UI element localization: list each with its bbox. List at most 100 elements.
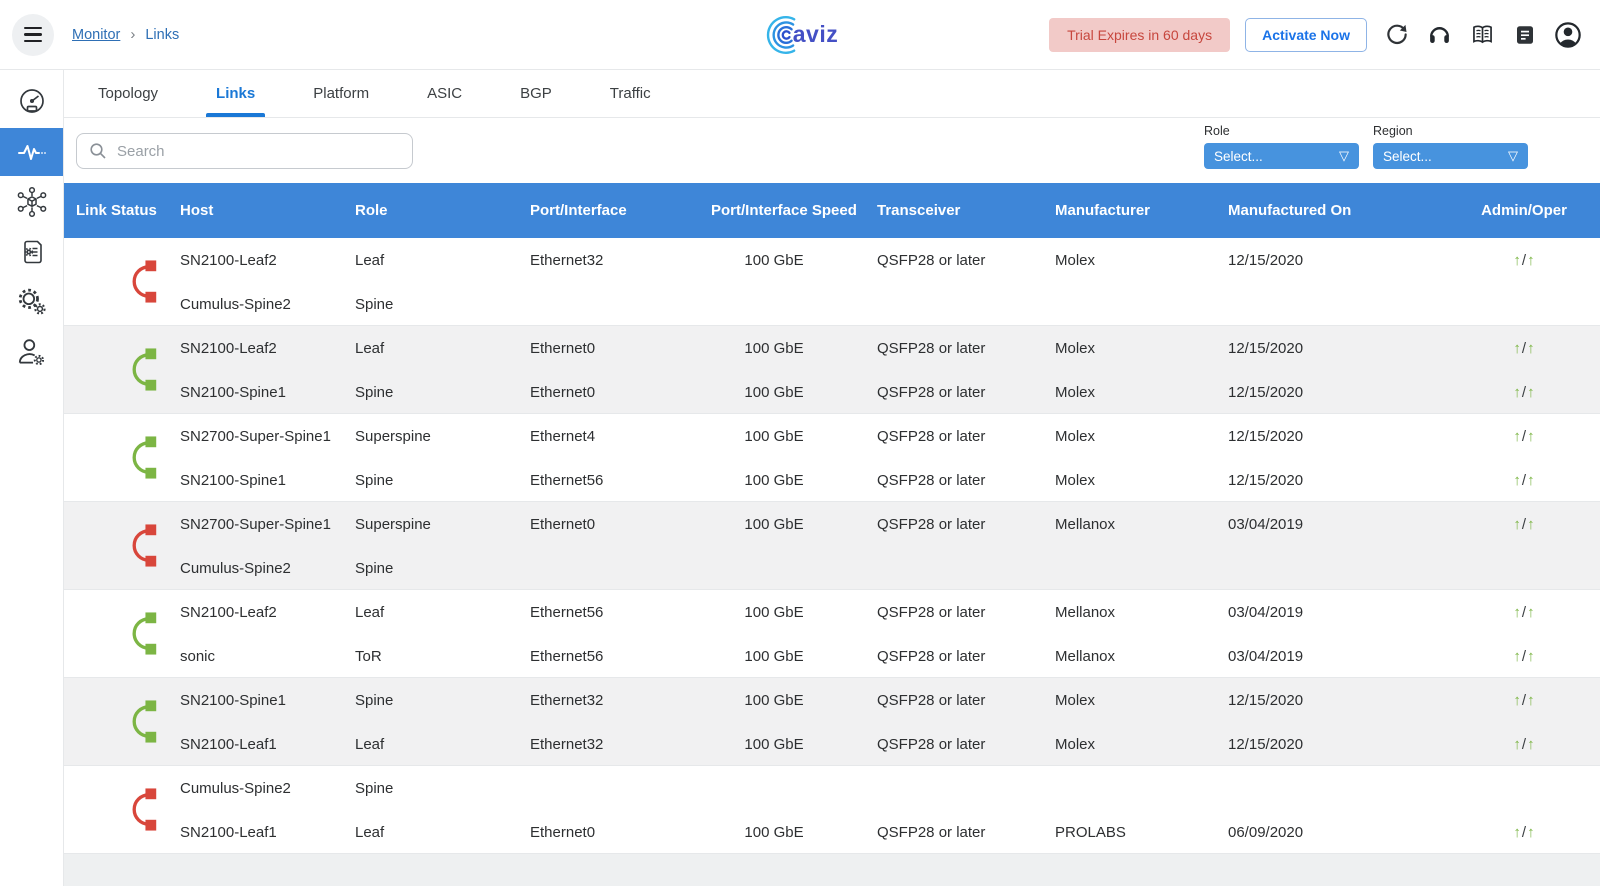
top-bar: Monitor › Links aviz Trial Expires in 60… [0,0,1600,70]
host-cell: SN2100-Spine1 [180,692,355,709]
documentation-button[interactable] [1468,21,1496,49]
role-cell: Spine [355,560,530,577]
column-header: Role [355,202,530,219]
link-endpoints: SN2700-Super-Spine1 Superspine Ethernet4… [180,414,1600,501]
role-select[interactable]: Select... ▽ [1204,143,1359,169]
pulse-monitor-icon [16,136,48,168]
manufactured-on-cell: 03/04/2019 [1228,516,1448,533]
column-header: Manufactured On [1228,202,1448,219]
manufacturer-cell: Molex [1055,384,1228,401]
sidebar-item-settings[interactable] [0,278,63,326]
role-cell: Leaf [355,340,530,357]
sidebar-item-config[interactable] [0,228,63,276]
tab-asic[interactable]: ASIC [417,70,472,117]
link-status-cell [64,590,180,677]
sidebar-item-fabric[interactable] [0,178,63,226]
breadcrumb-monitor-link[interactable]: Monitor [72,27,120,43]
role-cell: Spine [355,384,530,401]
search-input[interactable] [117,143,400,160]
up-arrow-icon: ↑ [1527,340,1535,357]
transceiver-cell: QSFP28 or later [877,340,1055,357]
role-cell: Leaf [355,824,530,841]
activate-now-button[interactable]: Activate Now [1245,18,1367,52]
transceiver-cell: QSFP28 or later [877,428,1055,445]
link-status-cell [64,326,180,413]
sidebar-item-dashboard[interactable] [0,78,63,126]
speed-cell: 100 GbE [711,648,877,665]
manufactured-on-cell: 12/15/2020 [1228,692,1448,709]
sidebar-item-user-admin[interactable] [0,328,63,376]
notes-icon [1513,23,1537,47]
support-button[interactable] [1425,21,1453,49]
manufacturer-cell: PROLABS [1055,824,1228,841]
port-cell: Ethernet4 [530,428,711,445]
host-cell: SN2100-Leaf2 [180,340,355,357]
account-button[interactable] [1554,21,1582,49]
up-arrow-icon: ↑ [1527,252,1535,269]
breadcrumb-links-link[interactable]: Links [145,27,179,43]
up-arrow-icon: ↑ [1527,692,1535,709]
table-row: SN2700-Super-Spine1 Superspine Ethernet0… [64,502,1600,590]
link-status-arc-icon [128,258,158,305]
transceiver-cell: QSFP28 or later [877,736,1055,753]
endpoint-row: Cumulus-Spine2 Spine [180,282,1600,326]
manufactured-on-cell: 06/09/2020 [1228,824,1448,841]
up-arrow-icon: ↑ [1513,824,1521,841]
tab-platform[interactable]: Platform [303,70,379,117]
links-table-header: Link StatusHostRolePort/InterfacePort/In… [64,183,1600,238]
host-cell: SN2100-Leaf1 [180,824,355,841]
manufacturer-cell: Molex [1055,472,1228,489]
role-cell: Spine [355,692,530,709]
sidebar [0,70,64,886]
host-cell: SN2100-Spine1 [180,472,355,489]
manufactured-on-cell: 12/15/2020 [1228,736,1448,753]
manufacturer-cell: Molex [1055,340,1228,357]
port-cell: Ethernet56 [530,472,711,489]
up-arrow-icon: ↑ [1527,428,1535,445]
tabs-bar: Topology Links Platform ASIC BGP Traffic [64,70,1600,118]
refresh-icon [1384,22,1409,47]
manufacturer-cell: Mellanox [1055,604,1228,621]
manufactured-on-cell: 12/15/2020 [1228,472,1448,489]
link-status-cell [64,678,180,765]
tab-links[interactable]: Links [206,70,265,117]
up-arrow-icon: ↑ [1513,648,1521,665]
settings-gears-icon [15,285,49,319]
admin-oper-cell: ↑/↑ [1448,472,1600,489]
speed-cell: 100 GbE [711,516,877,533]
host-cell: SN2100-Spine1 [180,384,355,401]
up-arrow-icon: ↑ [1527,384,1535,401]
link-status-arc-icon [128,698,158,745]
endpoint-row: sonic ToR Ethernet56 100 GbE QSFP28 or l… [180,634,1600,678]
gauge-dashboard-icon [16,86,48,118]
tab-bgp[interactable]: BGP [510,70,562,117]
aviz-logo-text: aviz [793,21,838,48]
link-status-arc-icon [128,434,158,481]
speed-cell: 100 GbE [711,428,877,445]
manufacturer-cell: Molex [1055,692,1228,709]
hamburger-menu-button[interactable] [12,14,54,56]
manufacturer-cell: Molex [1055,736,1228,753]
tab-topology[interactable]: Topology [88,70,168,117]
column-header: Link Status [64,202,180,219]
speed-cell: 100 GbE [711,472,877,489]
port-cell: Ethernet32 [530,692,711,709]
region-select[interactable]: Select... ▽ [1373,143,1528,169]
manufactured-on-cell: 03/04/2019 [1228,648,1448,665]
filters-right: Role Select... ▽ Region Select... ▽ [1204,118,1600,169]
admin-oper-cell: ↑/↑ [1448,604,1600,621]
manufactured-on-cell: 12/15/2020 [1228,428,1448,445]
port-cell: Ethernet56 [530,604,711,621]
link-status-arc-icon [128,786,158,833]
open-book-icon [1469,21,1496,48]
table-row: SN2700-Super-Spine1 Superspine Ethernet4… [64,414,1600,502]
sidebar-item-monitor[interactable] [0,128,63,176]
tab-traffic[interactable]: Traffic [600,70,661,117]
up-arrow-icon: ↑ [1513,384,1521,401]
link-status-cell [64,766,180,853]
link-endpoints: SN2100-Leaf2 Leaf Ethernet56 100 GbE QSF… [180,590,1600,677]
release-notes-button[interactable] [1511,21,1539,49]
refresh-button[interactable] [1382,21,1410,49]
speed-cell: 100 GbE [711,692,877,709]
endpoint-row: Cumulus-Spine2 Spine [180,546,1600,590]
